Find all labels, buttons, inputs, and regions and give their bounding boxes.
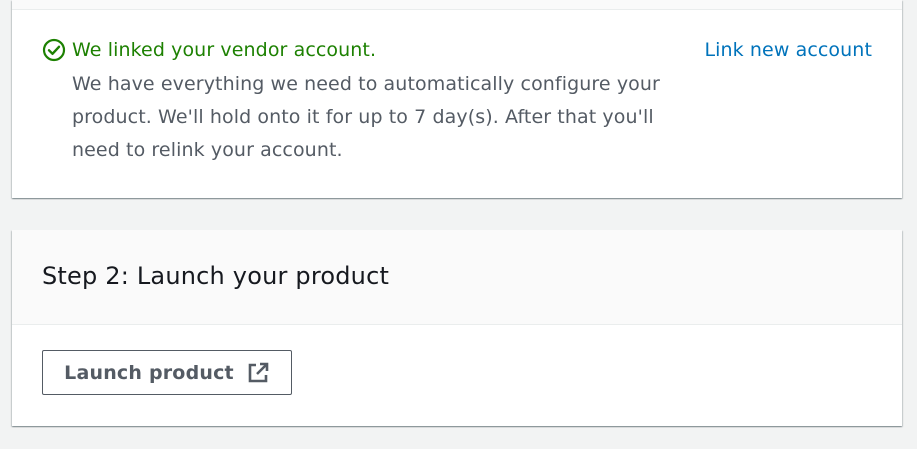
external-link-icon [246,361,270,385]
success-title: We linked your vendor account. [72,39,377,61]
step-2-title: Step 2: Launch your product [42,262,390,290]
vendor-account-card: We linked your vendor account. We have e… [12,0,902,198]
card-top-strip [12,0,902,10]
launch-card-header: Step 2: Launch your product [12,230,902,325]
success-message-row: We linked your vendor account. [42,38,376,62]
launch-product-button[interactable]: Launch product [42,350,292,395]
launch-product-button-label: Launch product [64,361,234,384]
success-description: We have everything we need to automatica… [72,73,660,161]
launch-product-card: Step 2: Launch your product Launch produ… [12,230,902,426]
check-circle-icon [42,38,66,62]
link-new-account-link[interactable]: Link new account [704,38,872,62]
